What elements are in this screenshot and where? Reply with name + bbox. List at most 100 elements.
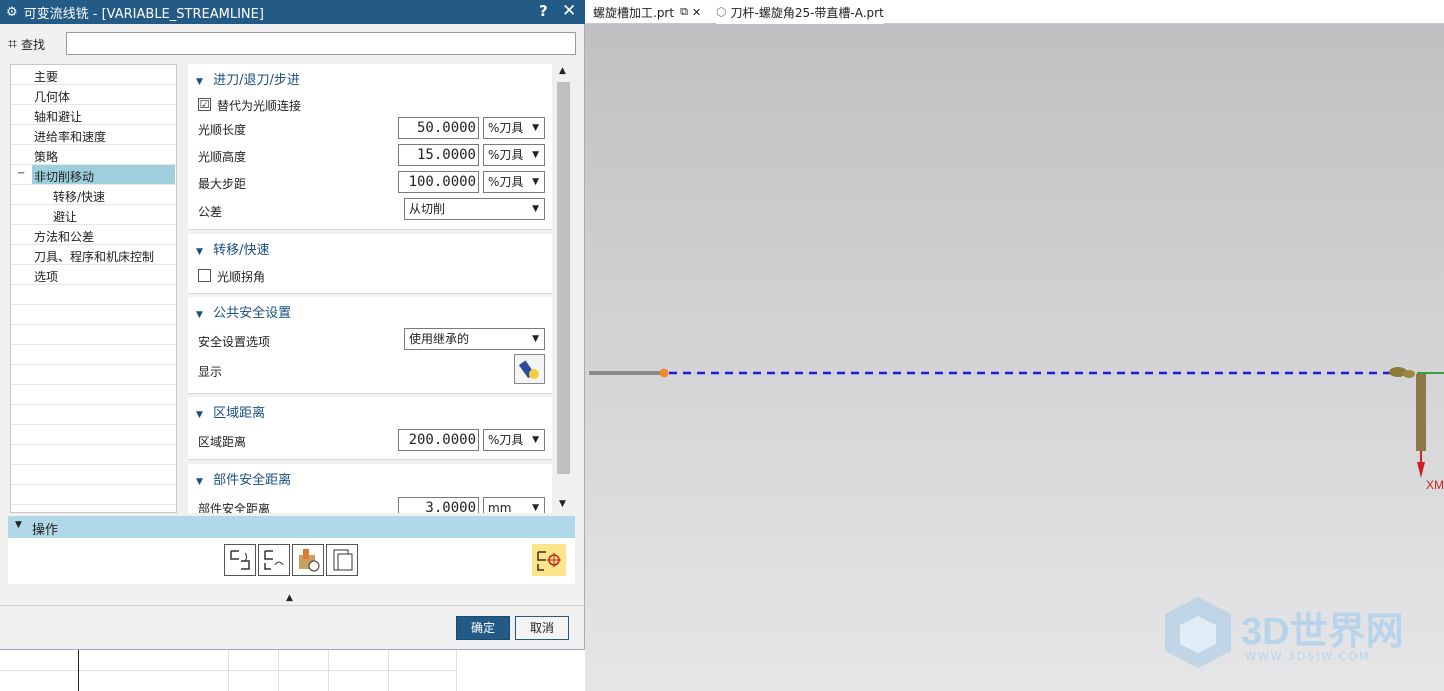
smooth-label: 替代为光顺连接 xyxy=(217,99,302,113)
find-label: 查找 xyxy=(21,37,46,52)
tolerance-dropdown[interactable]: 从切削 ▼ xyxy=(404,198,545,220)
max-step-input[interactable]: 100.0000 xyxy=(398,171,479,193)
watermark-url: WWW.3DSJW.COM xyxy=(1245,650,1371,663)
smooth-height-unit[interactable]: %刀具 ▼ xyxy=(483,144,545,166)
max-step-unit[interactable]: %刀具 ▼ xyxy=(483,171,545,193)
caret-down-icon: ▼ xyxy=(196,247,203,257)
tree-item-geometry[interactable]: 几何体 xyxy=(11,85,176,105)
part-file-icon: ⬡ xyxy=(716,5,727,19)
smooth-length-label: 光顺长度 xyxy=(198,123,247,137)
smooth-checkbox[interactable]: ☑ xyxy=(198,98,211,111)
section-header[interactable]: ▼ 进刀/退刀/步进 xyxy=(196,69,300,88)
section-header[interactable]: ▼ 转移/快速 xyxy=(196,239,269,258)
smooth-corner-checkbox[interactable] xyxy=(198,269,211,282)
dropdown-arrow-icon: ▼ xyxy=(532,334,539,344)
operations-header[interactable]: ▼ 操作 xyxy=(8,516,575,538)
smooth-height-input[interactable]: 15.0000 xyxy=(398,144,479,166)
generate-icon[interactable] xyxy=(224,544,256,576)
section-title: 区域距离 xyxy=(213,406,266,421)
tree-item-avoidance[interactable]: 避让 xyxy=(11,205,176,225)
tree-item-label: 轴和避让 xyxy=(34,110,83,124)
dropdown-arrow-icon: ▼ xyxy=(532,150,539,160)
caret-down-icon: ▼ xyxy=(15,520,22,530)
dropdown-arrow-icon: ▼ xyxy=(532,177,539,187)
safety-option-label: 安全设置选项 xyxy=(198,335,271,349)
section-engage: ▼ 进刀/退刀/步进 ☑ 替代为光顺连接 光顺长度 50.0000 %刀具 ▼ 光… xyxy=(188,64,552,230)
collapse-icon[interactable]: − xyxy=(17,168,25,179)
scroll-up-icon[interactable]: ▲ xyxy=(559,66,566,76)
settings-panel: ▼ 进刀/退刀/步进 ☑ 替代为光顺连接 光顺长度 50.0000 %刀具 ▼ 光… xyxy=(186,64,572,513)
cancel-button[interactable]: 取消 xyxy=(515,616,569,640)
find-input[interactable] xyxy=(66,32,576,55)
section-title: 部件安全距离 xyxy=(213,473,292,488)
region-distance-input[interactable]: 200.0000 xyxy=(398,429,479,451)
file-tab-label: 螺旋槽加工.prt xyxy=(593,5,675,20)
part-clearance-unit[interactable]: mm ▼ xyxy=(483,497,545,513)
tree-item-tool[interactable]: 刀具、程序和机床控制 xyxy=(11,245,176,265)
file-tab-label: 刀杆-螺旋角25-带直槽-A.prt xyxy=(730,5,884,20)
section-header[interactable]: ▼ 区域距离 xyxy=(196,402,265,421)
section-part-clearance: ▼ 部件安全距离 部件安全距离 3.0000 mm ▼ xyxy=(188,464,552,513)
flashlight-icon[interactable] xyxy=(514,354,545,384)
section-safety: ▼ 公共安全设置 安全设置选项 使用继承的 ▼ 显示 xyxy=(188,297,552,394)
smooth-length-unit[interactable]: %刀具 ▼ xyxy=(483,117,545,139)
section-transfer: ▼ 转移/快速 光顺拐角 xyxy=(188,234,552,294)
verify-icon[interactable] xyxy=(292,544,324,576)
find-row: ⌗ 查找 xyxy=(8,32,576,56)
region-distance-label: 区域距离 xyxy=(198,435,247,449)
replay-icon[interactable] xyxy=(258,544,290,576)
section-title: 公共安全设置 xyxy=(213,306,292,321)
collapse-up-icon[interactable]: ▲ xyxy=(286,593,293,603)
max-step-label: 最大步距 xyxy=(198,177,247,191)
tree-item-method[interactable]: 方法和公差 xyxy=(11,225,176,245)
tool-shaft-left xyxy=(589,371,661,375)
help-button[interactable]: ? xyxy=(539,2,548,20)
safety-option-dropdown[interactable]: 使用继承的 ▼ xyxy=(404,328,545,350)
tree-item-non-cutting[interactable]: − 非切削移动 xyxy=(11,165,176,185)
ok-button[interactable]: 确定 xyxy=(456,616,510,640)
tree-item-axis[interactable]: 轴和避让 xyxy=(11,105,176,125)
tree-item-label: 策略 xyxy=(34,150,59,164)
tree-item-feeds[interactable]: 进给率和速度 xyxy=(11,125,176,145)
tree-item-transfer[interactable]: 转移/快速 xyxy=(11,185,176,205)
variable-streamline-dialog: ⚙ 可变流线铣 - [VARIABLE_STREAMLINE] ? ✕ ⌗ 查找… xyxy=(0,0,585,650)
binoculars-icon: ⌗ xyxy=(8,34,18,53)
dropdown-arrow-icon: ▼ xyxy=(532,435,539,445)
restore-icon[interactable]: ⧉ xyxy=(680,5,688,19)
tree-item-label: 方法和公差 xyxy=(34,230,95,244)
section-header[interactable]: ▼ 部件安全距离 xyxy=(196,469,291,488)
section-region-distance: ▼ 区域距离 区域距离 200.0000 %刀具 ▼ xyxy=(188,397,552,460)
smooth-length-input[interactable]: 50.0000 xyxy=(398,117,479,139)
start-point-marker xyxy=(659,368,669,378)
tree-item-label: 进给率和速度 xyxy=(34,130,107,144)
close-button[interactable]: ✕ xyxy=(562,1,576,21)
dropdown-arrow-icon: ▼ xyxy=(532,123,539,133)
gear-icon: ⚙ xyxy=(6,4,18,20)
display-label: 显示 xyxy=(198,365,223,379)
settings-scrollbar[interactable]: ▲ ▼ xyxy=(555,64,572,513)
file-tab-2[interactable]: ⬡ 刀杆-螺旋角25-带直槽-A.prt xyxy=(716,0,884,24)
graphics-viewport[interactable]: XM 3D世界网 WWW.3DSJW.COM xyxy=(585,24,1444,691)
list-icon[interactable] xyxy=(326,544,358,576)
file-tab-bar: 螺旋槽加工.prt ⧉ ✕ ⬡ 刀杆-螺旋角25-带直槽-A.prt xyxy=(585,0,1444,24)
tree-item-main[interactable]: 主要 xyxy=(11,65,176,85)
dropdown-arrow-icon: ▼ xyxy=(532,204,539,214)
dialog-titlebar: ⚙ 可变流线铣 - [VARIABLE_STREAMLINE] ? ✕ xyxy=(0,0,585,24)
tree-item-options[interactable]: 选项 xyxy=(11,265,176,285)
part-clearance-input[interactable]: 3.0000 xyxy=(398,497,479,513)
caret-down-icon: ▼ xyxy=(196,77,203,87)
smooth-height-label: 光顺高度 xyxy=(198,150,247,164)
tree-item-strategy[interactable]: 策略 xyxy=(11,145,176,165)
region-distance-unit[interactable]: %刀具 ▼ xyxy=(483,429,545,451)
file-tab-1[interactable]: 螺旋槽加工.prt ⧉ ✕ xyxy=(593,0,701,24)
caret-down-icon: ▼ xyxy=(196,410,203,420)
scroll-down-icon[interactable]: ▼ xyxy=(559,499,566,509)
display-toolpath-icon[interactable] xyxy=(532,544,566,576)
close-tab-icon[interactable]: ✕ xyxy=(692,6,701,19)
scroll-thumb[interactable] xyxy=(557,82,570,474)
dialog-title: 可变流线铣 - [VARIABLE_STREAMLINE] xyxy=(23,6,264,22)
caret-down-icon: ▼ xyxy=(196,310,203,320)
section-header[interactable]: ▼ 公共安全设置 xyxy=(196,302,291,321)
tree-item-label: 主要 xyxy=(34,70,59,84)
section-title: 转移/快速 xyxy=(213,243,270,258)
